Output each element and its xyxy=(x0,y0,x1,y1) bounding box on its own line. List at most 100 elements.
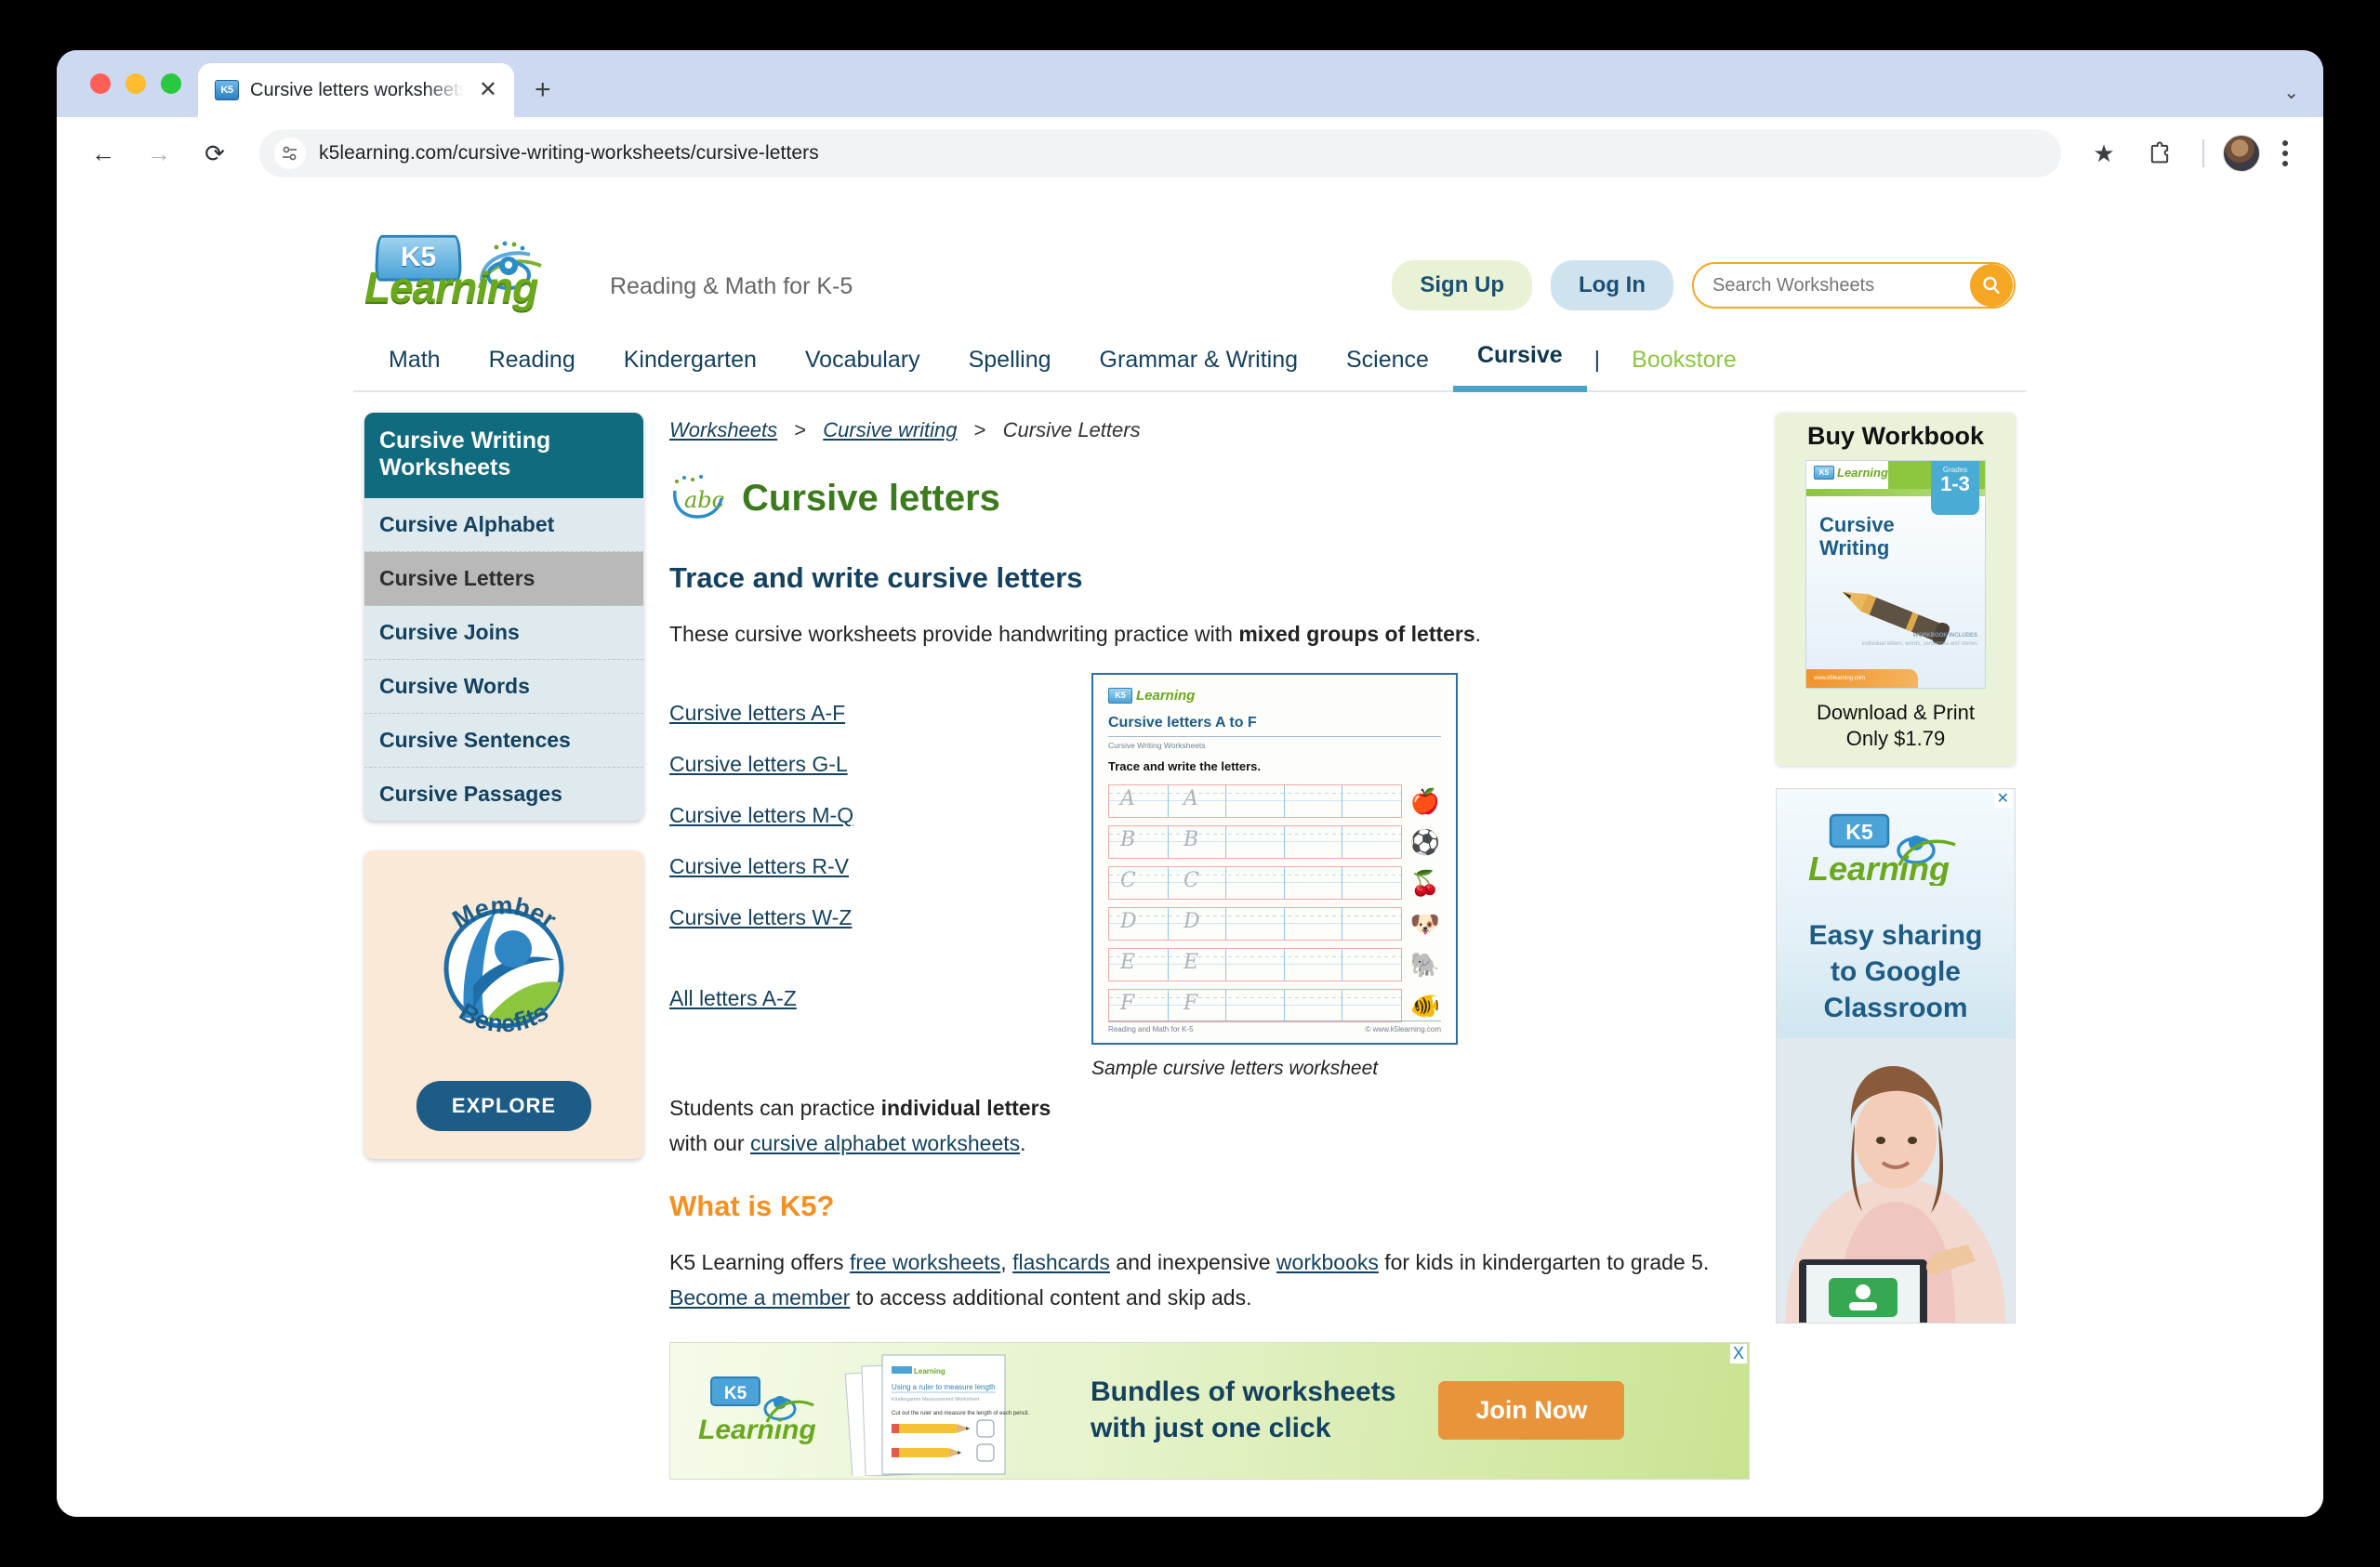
cover-includes-title: WORKBOOK INCLUDES xyxy=(1912,633,1977,639)
minimize-window-button[interactable] xyxy=(126,73,146,94)
link-workbooks[interactable]: workbooks xyxy=(1276,1250,1379,1274)
join-now-button[interactable]: Join Now xyxy=(1438,1381,1625,1441)
practice-lines: BB xyxy=(1108,824,1402,859)
sidebar-item-cursive-sentences[interactable]: Cursive Sentences xyxy=(364,714,643,768)
nav-item-vocabulary[interactable]: Vocabulary xyxy=(781,347,945,390)
sidebar-ad-headline-line2: to Google xyxy=(1831,956,1961,987)
breadcrumb-separator-1: > xyxy=(794,418,807,441)
link-cursive-letters-w-z[interactable]: Cursive letters W-Z xyxy=(669,905,852,930)
practice-mid: with our xyxy=(669,1130,750,1155)
svg-text:Learning: Learning xyxy=(914,1367,945,1376)
link-cursive-letters-a-f[interactable]: Cursive letters A-F xyxy=(669,701,845,726)
svg-text:Cut out the ruler and measure: Cut out the ruler and measure the length… xyxy=(892,1411,1029,1416)
worksheet-instruction: Trace and write the letters. xyxy=(1108,758,1262,773)
breadcrumb-cursive-writing[interactable]: Cursive writing xyxy=(823,418,957,441)
cover-title: Cursive Writing xyxy=(1819,513,1895,560)
browser-tab[interactable]: K5 Cursive letters worksheets | K ✕ xyxy=(198,63,514,117)
link-free-worksheets[interactable]: free worksheets xyxy=(850,1250,1000,1274)
apple-icon: 🍎 xyxy=(1409,786,1441,815)
worksheet-footer: Reading and Math for K-5 © www.k5learnin… xyxy=(1108,1020,1441,1034)
worksheet-rows: AA 🍎 BB ⚽ CC 🍒 D D 🐶 E E 🐘 F F 🐠 xyxy=(1108,784,1441,1022)
link-flashcards[interactable]: flashcards xyxy=(1012,1250,1110,1274)
svg-text:K5: K5 xyxy=(1845,820,1873,844)
write-letter-a: A xyxy=(1183,786,1198,810)
k5-learning-logo[interactable]: K5 Learning xyxy=(364,234,576,311)
member-benefits-box[interactable]: Member Benefits EXPLORE xyxy=(364,849,643,1159)
link-all-letters-a-z[interactable]: All letters A-Z xyxy=(669,986,797,1011)
close-window-button[interactable] xyxy=(90,73,111,94)
practice-bold: individual letters xyxy=(880,1095,1051,1120)
sidebar-item-cursive-words[interactable]: Cursive Words xyxy=(364,660,643,714)
cover-logo-word: Learning xyxy=(1837,466,1888,480)
browser-toolbar: ← → ⟳ k5learning.com/cursive-writing-wor… xyxy=(57,117,2323,190)
sidebar-heading: Cursive Writing Worksheets xyxy=(364,413,643,498)
link-cursive-letters-r-v[interactable]: Cursive letters R-V xyxy=(669,854,849,879)
browser-menu-kebab-icon[interactable] xyxy=(2269,140,2301,166)
practice-lines: FF xyxy=(1108,988,1402,1022)
banner-ad-logo: K5 Learning xyxy=(694,1374,834,1448)
nav-item-grammar-writing[interactable]: Grammar & Writing xyxy=(1076,347,1322,390)
link-cursive-letters-g-l[interactable]: Cursive letters G-L xyxy=(669,752,848,777)
forward-button[interactable]: → xyxy=(135,129,183,178)
explore-button[interactable]: EXPLORE xyxy=(416,1080,592,1131)
sidebar-advertisement[interactable]: ✕ K5 Learning Easy sharing to Google Cla… xyxy=(1776,788,2016,1323)
close-tab-icon[interactable]: ✕ xyxy=(475,77,501,103)
search-icon[interactable] xyxy=(1970,264,2013,307)
sidebar-item-cursive-joins[interactable]: Cursive Joins xyxy=(364,606,643,660)
maximize-window-button[interactable] xyxy=(161,73,181,94)
nav-item-kindergarten[interactable]: Kindergarten xyxy=(600,347,781,390)
search-input[interactable] xyxy=(1694,274,2014,296)
sidebar-item-cursive-letters[interactable]: Cursive Letters xyxy=(364,551,643,606)
worksheet-row: DD 🐶 xyxy=(1108,906,1441,941)
new-tab-button[interactable]: + xyxy=(514,76,572,117)
practice-lines: EE xyxy=(1108,947,1402,981)
sidebar-item-cursive-alphabet[interactable]: Cursive Alphabet xyxy=(364,498,643,552)
search-box[interactable] xyxy=(1692,262,2016,309)
nav-item-spelling[interactable]: Spelling xyxy=(945,347,1076,390)
nav-item-science[interactable]: Science xyxy=(1322,347,1453,390)
sidebar-ad-photo xyxy=(1777,1038,2015,1323)
link-cursive-letters-m-q[interactable]: Cursive letters M-Q xyxy=(669,803,853,828)
reload-button[interactable]: ⟳ xyxy=(191,129,239,178)
nav-item-bookstore[interactable]: Bookstore xyxy=(1607,347,1761,390)
nav-item-math[interactable]: Math xyxy=(364,347,465,390)
close-banner-ad-icon[interactable]: X xyxy=(1729,1343,1747,1363)
intro-bold: mixed groups of letters xyxy=(1238,622,1475,646)
write-letter-b: B xyxy=(1183,827,1199,851)
write-letter-d: D xyxy=(1183,909,1200,933)
close-sidebar-ad-icon[interactable]: ✕ xyxy=(1993,791,2012,808)
nav-item-reading[interactable]: Reading xyxy=(465,347,600,390)
back-button[interactable]: ← xyxy=(79,129,127,178)
nav-item-cursive[interactable]: Cursive xyxy=(1452,342,1587,392)
practice-prefix: Students can practice xyxy=(669,1095,881,1120)
trace-letter-f: F xyxy=(1120,991,1135,1015)
worksheet-row: CC 🍒 xyxy=(1108,865,1441,900)
profile-avatar[interactable] xyxy=(2223,135,2260,172)
buy-caption-line1: Download & Print xyxy=(1817,701,1975,724)
breadcrumb: Worksheets > Cursive writing > Cursive L… xyxy=(669,413,1750,442)
site-settings-icon[interactable] xyxy=(274,138,306,169)
sign-up-button[interactable]: Sign Up xyxy=(1392,260,1533,310)
address-bar[interactable]: k5learning.com/cursive-writing-worksheet… xyxy=(259,129,2061,178)
right-sidebar: Buy Workbook K5 Learning Grades 1-3 Curs… xyxy=(1776,413,2016,1480)
bookmark-star-icon[interactable]: ★ xyxy=(2080,129,2128,178)
svg-text:Using a ruler to measure lengt: Using a ruler to measure length xyxy=(892,1383,996,1391)
log-in-button[interactable]: Log In xyxy=(1551,260,1673,310)
abc-icon: abc xyxy=(673,475,724,519)
link-cursive-alphabet-worksheets[interactable]: cursive alphabet worksheets xyxy=(750,1131,1020,1155)
cursive-writing-menu: Cursive Writing Worksheets Cursive Alpha… xyxy=(364,413,643,821)
extensions-puzzle-icon[interactable] xyxy=(2135,129,2184,178)
breadcrumb-worksheets[interactable]: Worksheets xyxy=(669,418,777,441)
main-navigation: Math Reading Kindergarten Vocabulary Spe… xyxy=(353,322,2027,392)
tab-list-chevron-down-icon[interactable]: ⌄ xyxy=(2283,81,2299,104)
page-title: abc Cursive letters xyxy=(669,474,1750,522)
banner-advertisement[interactable]: X K5 Learning Learning Using a ruler to … xyxy=(669,1341,1750,1480)
buy-workbook-box[interactable]: Buy Workbook K5 Learning Grades 1-3 Curs… xyxy=(1776,413,2016,766)
workbook-cover-image: K5 Learning Grades 1-3 Cursive Writing W… xyxy=(1805,460,1986,689)
intro-prefix: These cursive worksheets provide handwri… xyxy=(669,622,1239,646)
sidebar-item-cursive-passages[interactable]: Cursive Passages xyxy=(364,768,643,821)
sample-worksheet-thumbnail[interactable]: K5 Learning Cursive letters A to F Cursi… xyxy=(1091,672,1458,1045)
desktop-background: K5 Cursive letters worksheets | K ✕ + ⌄ … xyxy=(0,0,2380,1567)
link-become-a-member[interactable]: Become a member xyxy=(669,1285,850,1310)
banner-ad-worksheet-stack: Learning Using a ruler to measure length… xyxy=(840,1346,1053,1479)
